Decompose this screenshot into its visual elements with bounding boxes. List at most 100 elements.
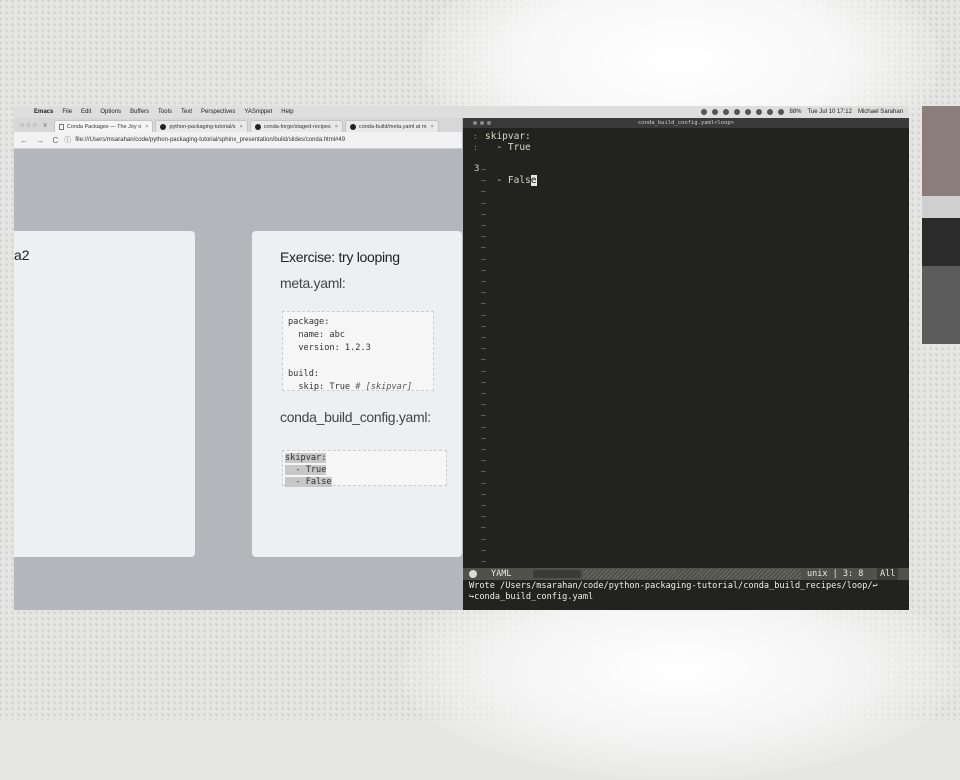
mode-line[interactable]: YAML unix | 3: 8 All [463,568,909,580]
adjacent-window-edge [922,106,960,344]
status-icon[interactable] [712,109,719,115]
battery-percent[interactable]: 88% [789,109,801,115]
tab-python-packaging[interactable]: python-packaging-tutorial/s × [155,120,248,132]
tab-staged-recipes[interactable]: conda-forge/staged-recipes × [249,120,343,132]
editor-buffer[interactable]: skipvar: - True 3 - False : : ~ ~ ~ ~ ~ ~ ~ ~ ~ ~… [463,129,909,567]
cursor-position: unix | 3: 8 [807,569,864,579]
empty-line-marker: ~ [481,501,486,510]
empty-line-marker: ~ [481,165,486,174]
major-mode[interactable]: YAML [491,568,511,580]
empty-line-marker: ~ [481,344,486,353]
screen: Emacs File Edit Options Buffers Tools Te… [14,106,909,610]
menu-edit[interactable]: Edit [81,109,91,115]
current-slide: Exercise: try looping meta.yaml: package… [252,231,462,557]
buffer-line-current[interactable]: 3 - False [463,153,663,186]
empty-line-marker: ~ [481,467,486,476]
close-tab-icon[interactable]: × [335,124,338,130]
menu-tools[interactable]: Tools [158,109,172,115]
minibuffer[interactable]: Wrote /Users/msarahan/code/python-packag… [463,581,909,603]
volume-icon[interactable] [778,109,785,115]
user-name[interactable]: Michael Sarahan [858,109,903,115]
empty-line-marker: ~ [481,400,486,409]
status-area: 88% Tue Jul 10 17:12 Michael Sarahan [701,109,909,115]
config-yaml-code: skipvar: - True - False [282,450,447,487]
back-forward-reload-icons[interactable]: ← → C [20,136,61,145]
emacs-titlebar: conda_build_config.yaml<loop> [463,118,909,128]
code-line: skip: True # [skipvar] [288,382,413,392]
tab-conda-build-meta[interactable]: conda-build/meta.yaml at m × [344,120,439,132]
empty-line-marker: ~ [481,288,486,297]
code-line: - False [285,477,332,487]
github-icon [349,123,356,130]
empty-line-marker: ~ [481,557,486,566]
github-icon [160,123,167,130]
address-bar: ← → C ⓘ file:///Users/msarahan/code/pyth… [14,132,462,149]
scroll-indicator: All [877,568,899,580]
modeline-fill [583,569,801,579]
status-icon[interactable] [734,109,741,115]
empty-line-marker: ~ [481,479,486,488]
window-buttons[interactable] [473,121,494,125]
previous-slide-title-fragment: a2 [14,247,30,263]
document-icon [58,123,64,130]
browser-window: ○○○ ∨ Conda Packages — The Joy o × pytho… [14,118,462,610]
empty-line-marker: ~ [481,243,486,252]
menu-text[interactable]: Text [181,109,192,115]
tab-conda-packages[interactable]: Conda Packages — The Joy o × [53,120,154,132]
empty-line-marker: ~ [481,232,486,241]
code-line: - True [285,465,327,475]
empty-line-marker: ~ [481,311,486,320]
status-icon[interactable] [756,109,763,115]
code-line: version: 1.2.3 [288,343,371,353]
line-number: 3 [474,164,480,174]
code-line: skipvar: [285,453,327,463]
minor-modes-indicator[interactable] [533,570,581,578]
clock[interactable]: Tue Jul 10 17:12 [807,109,851,115]
menu-app[interactable]: Emacs [34,109,53,115]
buffer-line[interactable]: - True [485,142,530,153]
close-tab-icon[interactable]: × [240,124,243,130]
text-cursor: e [530,175,537,186]
menubar: Emacs File Edit Options Buffers Tools Te… [14,106,909,118]
empty-line-marker: ~ [481,535,486,544]
window-controls[interactable]: ○○○ ∨ [14,121,54,132]
slide-title: Exercise: try looping [280,249,400,265]
menu-buffers[interactable]: Buffers [130,109,149,115]
empty-line-marker: ~ [481,546,486,555]
code-line: package: [288,317,330,327]
meta-yaml-heading: meta.yaml: [280,275,346,291]
empty-line-marker: ~ [481,389,486,398]
empty-line-marker: ~ [481,456,486,465]
page-viewport: a2 Exercise: try looping meta.yaml: pack… [14,149,462,610]
status-icon[interactable] [701,109,708,115]
page-info-icon[interactable]: ⓘ [64,135,71,145]
menu-file[interactable]: File [62,109,72,115]
tab-bar: ○○○ ∨ Conda Packages — The Joy o × pytho… [14,118,462,132]
empty-line-marker: ~ [481,176,486,185]
empty-line-marker: ~ [481,355,486,364]
close-tab-icon[interactable]: × [431,124,434,130]
status-icon[interactable] [745,109,752,115]
url-field[interactable]: file:///Users/msarahan/code/python-packa… [75,137,345,143]
empty-line-marker: ~ [481,423,486,432]
status-icon[interactable] [723,109,730,115]
empty-line-marker: ~ [481,434,486,443]
menu-perspectives[interactable]: Perspectives [201,109,235,115]
emacs-window: conda_build_config.yaml<loop> skipvar: -… [463,118,909,610]
menu-help[interactable]: Help [281,109,293,115]
empty-line-marker: ~ [481,322,486,331]
buffer-line[interactable]: skipvar: [485,131,531,142]
wifi-icon[interactable] [767,109,774,115]
empty-line-marker: ~ [481,367,486,376]
empty-line-marker: ~ [481,378,486,387]
close-tab-icon[interactable]: × [145,124,148,130]
previous-slide[interactable]: a2 [14,231,195,557]
fringe-marker: : [473,132,478,141]
empty-line-marker: ~ [481,512,486,521]
menu-options[interactable]: Options [100,109,121,115]
menu-yasnippet[interactable]: YASnippet [244,109,272,115]
empty-line-marker: ~ [481,199,486,208]
empty-line-marker: ~ [481,299,486,308]
empty-line-marker: ~ [481,277,486,286]
